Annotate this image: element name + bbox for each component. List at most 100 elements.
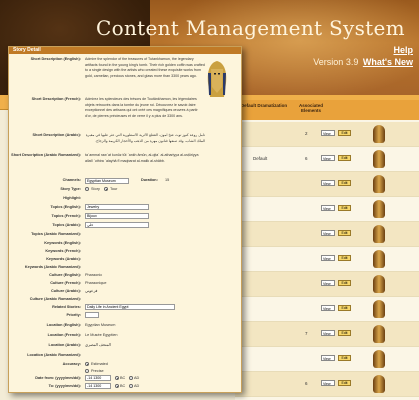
- accuracy-precise-label: Precise: [91, 369, 104, 373]
- view-select[interactable]: View: [321, 280, 335, 286]
- story-type-story-label: Story: [91, 187, 100, 191]
- short-ar-rom-text[interactable]: taʾammal rawʿat kunūz tūt ʿankh āmūn, al…: [85, 153, 205, 171]
- artifact-thumbnail: [373, 175, 385, 193]
- date-from-bc-radio[interactable]: [115, 376, 119, 380]
- date-to-ad-label: AD: [134, 384, 140, 388]
- location-ar-label: Location (Arabic):: [48, 343, 82, 347]
- accuracy-label: Accuracy:: [62, 362, 81, 366]
- edit-button[interactable]: Edit: [338, 305, 351, 311]
- topics-ar-select[interactable]: حلي: [85, 222, 149, 228]
- edit-button[interactable]: Edit: [338, 230, 351, 236]
- col-header-elements: Associated Elements: [298, 103, 323, 113]
- keywords-fr-label: Keywords (French):: [45, 249, 81, 253]
- view-select[interactable]: View: [321, 355, 335, 361]
- whats-new-link[interactable]: What's New: [363, 57, 413, 67]
- accuracy-estimated-label: Estimated: [91, 362, 108, 366]
- short-ar-rom-label: Short Description (Arabic Romanized):: [11, 153, 81, 157]
- view-select[interactable]: View: [321, 330, 335, 336]
- keywords-en-label: Keywords (English):: [44, 241, 81, 245]
- version-info: Version 3.9 What's New: [313, 57, 413, 67]
- view-select[interactable]: View: [321, 180, 335, 186]
- dramatization-cell: Default: [253, 156, 268, 161]
- panel-title: Story Detail: [9, 47, 241, 54]
- story-type-tour-radio[interactable]: [104, 187, 108, 191]
- priority-input[interactable]: [85, 312, 99, 318]
- artifact-thumbnail: [373, 300, 385, 318]
- highlight-label: Highlight:: [63, 196, 81, 200]
- story-type-story-radio[interactable]: [85, 187, 89, 191]
- location-en-value[interactable]: Egyptian Museum: [85, 323, 115, 328]
- culture-fr-value[interactable]: Pharaonique: [85, 281, 107, 286]
- view-select[interactable]: View: [321, 155, 335, 161]
- short-fr-label: Short Description (French):: [31, 97, 81, 101]
- table-row: View Edit: [235, 272, 419, 297]
- story-grid: Default Dramatization Associated Element…: [235, 100, 419, 400]
- artifact-thumbnail: [373, 200, 385, 218]
- keywords-ar-label: Keywords (Arabic):: [46, 257, 81, 261]
- app-title: Content Management System: [96, 16, 405, 40]
- version-label: Version 3.9: [313, 57, 359, 67]
- short-en-label: Short Description (English):: [30, 57, 81, 61]
- table-row: 6 View Edit: [235, 372, 419, 397]
- artifact-thumbnail: [373, 375, 385, 393]
- edit-button[interactable]: Edit: [338, 380, 351, 386]
- duration-label: Duration:: [141, 178, 158, 182]
- date-from-label: Date from: (yyyy/mm/dd):: [35, 376, 81, 380]
- view-select[interactable]: View: [321, 255, 335, 261]
- culture-en-value[interactable]: Pharaonic: [85, 273, 102, 278]
- location-ar-value[interactable]: المتحف المصري: [85, 343, 111, 348]
- culture-ar-value[interactable]: فرعوني: [85, 289, 97, 294]
- date-to-input[interactable]: -14 1300: [85, 383, 111, 389]
- table-row: View Edit: [235, 172, 419, 197]
- location-en-label: Location (English):: [46, 323, 81, 327]
- view-select[interactable]: View: [321, 380, 335, 386]
- edit-button[interactable]: Edit: [338, 255, 351, 261]
- edit-button[interactable]: Edit: [338, 130, 351, 136]
- short-en-text[interactable]: Admire the splendor of the treasures of …: [85, 57, 205, 93]
- elements-count-cell: 6: [305, 156, 308, 161]
- short-ar-text[interactable]: تأمل روعة كنوز توت عنخ آمون، القطع الأثر…: [85, 133, 205, 151]
- topics-fr-label: Topics (French):: [51, 214, 81, 218]
- artifact-thumbnail: [373, 150, 385, 168]
- topics-en-label: Topics (English):: [50, 205, 81, 209]
- topics-ar-rom-label: Topics (Arabic Romanized):: [31, 232, 81, 236]
- duration-value[interactable]: 15: [165, 178, 169, 183]
- culture-en-label: Culture (English):: [49, 273, 81, 277]
- short-ar-label: Short Description (Arabic):: [32, 133, 81, 137]
- short-fr-text[interactable]: Admirez les splendeurs des trésors de To…: [85, 97, 205, 131]
- edit-button[interactable]: Edit: [338, 180, 351, 186]
- date-to-bc-label: BC: [120, 384, 126, 388]
- topics-en-select[interactable]: Jewelry: [85, 204, 149, 210]
- elements-count-cell: 6: [305, 381, 308, 386]
- view-select[interactable]: View: [321, 205, 335, 211]
- view-select[interactable]: View: [321, 130, 335, 136]
- artifact-thumbnail: [373, 350, 385, 368]
- edit-button[interactable]: Edit: [338, 330, 351, 336]
- table-row: Default 6 View Edit: [235, 147, 419, 172]
- accuracy-estimated-radio[interactable]: [85, 362, 89, 366]
- edit-button[interactable]: Edit: [338, 155, 351, 161]
- date-from-input[interactable]: -14 1300: [85, 375, 111, 381]
- related-stories-select[interactable]: Daily Life in Ancient Egypt: [85, 304, 175, 310]
- artifact-thumbnail: [373, 225, 385, 243]
- edit-button[interactable]: Edit: [338, 205, 351, 211]
- view-select[interactable]: View: [321, 305, 335, 311]
- grid-header: Default Dramatization Associated Element…: [235, 100, 419, 120]
- location-fr-value[interactable]: Le Musée Egyptien: [85, 333, 118, 338]
- channels-select[interactable]: Egyptian Museum: [85, 178, 129, 184]
- date-to-bc-radio[interactable]: [115, 384, 119, 388]
- topics-fr-select[interactable]: Bijoux: [85, 213, 149, 219]
- accuracy-precise-radio[interactable]: [85, 369, 89, 373]
- help-link[interactable]: Help: [393, 45, 413, 55]
- date-to-ad-radio[interactable]: [129, 384, 133, 388]
- edit-button[interactable]: Edit: [338, 280, 351, 286]
- culture-ar-rom-label: Culture (Arabic Romanized):: [29, 297, 81, 301]
- priority-label: Priority:: [66, 313, 81, 317]
- view-select[interactable]: View: [321, 230, 335, 236]
- table-row: 2 View Edit: [235, 122, 419, 147]
- date-from-ad-radio[interactable]: [129, 376, 133, 380]
- culture-fr-label: Culture (French):: [50, 281, 81, 285]
- date-from-bc-label: BC: [120, 376, 126, 380]
- edit-button[interactable]: Edit: [338, 355, 351, 361]
- artifact-thumbnail: [373, 275, 385, 293]
